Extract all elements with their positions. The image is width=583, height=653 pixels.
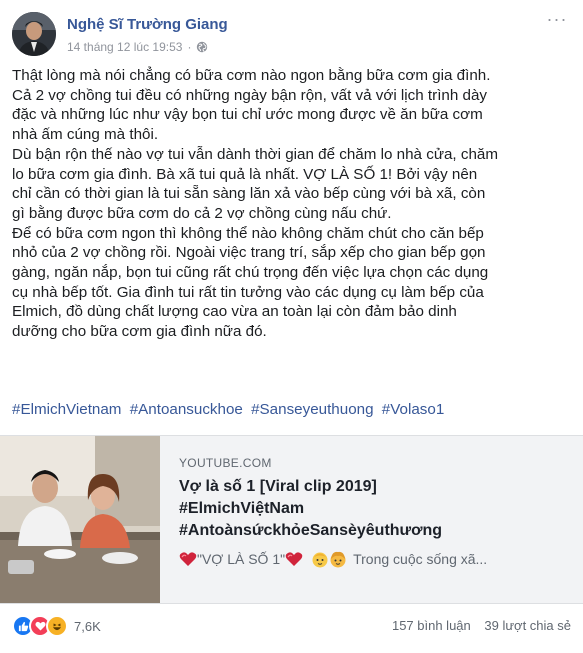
heart-emoji-icon — [285, 552, 303, 566]
post-header: Nghệ Sĩ Trường Giang 14 tháng 12 lúc 19:… — [12, 10, 571, 60]
reaction-count[interactable]: 7,6K — [74, 619, 101, 634]
post-line: Elmich, đồ dùng chất lượng cao vừa an to… — [12, 303, 457, 321]
author-avatar[interactable] — [12, 12, 56, 56]
hashtag-link[interactable]: #Antoansuckhoe — [130, 401, 243, 418]
reaction-summary[interactable]: 7,6K — [12, 615, 101, 637]
shares-count[interactable]: 39 lượt chia sẻ — [484, 618, 571, 633]
post-line: cụ nhà bếp tốt. Gia đình tui rất tin tưở… — [12, 283, 484, 301]
heart-emoji-icon — [179, 552, 197, 566]
haha-reaction-icon — [46, 615, 68, 637]
more-options-icon[interactable]: ··· — [545, 10, 569, 32]
baby-emoji-icon — [312, 552, 328, 568]
post-line: chỉ cần có thời gian là tui sẵn sàng lăn… — [12, 185, 486, 203]
link-title[interactable]: Vợ là số 1 [Viral clip 2019] #ElmichViệt… — [179, 476, 569, 542]
link-description: "VỢ LÀ SỐ 1" Trong cuộc sống xã... — [179, 550, 569, 568]
post-line: nhà ấm cúng mà thôi. — [12, 126, 159, 144]
post-line: gàng, ngăn nắp, bọn tui cũng rất chú trọ… — [12, 264, 489, 282]
link-title-line: Vợ là số 1 [Viral clip 2019] — [179, 478, 377, 495]
post-line: nhỏ của 2 vợ chồng rồi. Ngoài việc trang… — [12, 244, 486, 262]
post-timestamp[interactable]: 14 tháng 12 lúc 19:53 — [67, 40, 182, 54]
post-text: Thật lòng mà nói chẳng có bữa cơm nào ng… — [12, 66, 564, 342]
post-line: Thật lòng mà nói chẳng có bữa cơm nào ng… — [12, 67, 491, 84]
post-stats: 157 bình luận 39 lượt chia sẻ — [382, 618, 571, 633]
hashtag-link[interactable]: #ElmichVietnam — [12, 401, 121, 418]
hashtag-link[interactable]: #Volaso1 — [382, 401, 445, 418]
post-line: Cả 2 vợ chồng tui đều có những ngày bận … — [12, 86, 488, 104]
post-line: đặc và những lúc như vậy bọn tui chỉ ước… — [12, 106, 483, 124]
link-desc-quote: "VỢ LÀ SỐ 1" — [197, 551, 286, 567]
link-info: YOUTUBE.COM Vợ là số 1 [Viral clip 2019]… — [179, 456, 569, 568]
video-thumbnail[interactable] — [0, 436, 160, 603]
link-title-line: #AntoànsứckhỏeSansèyêuthương — [179, 522, 443, 539]
meta-separator: · — [187, 40, 192, 54]
globe-icon[interactable] — [196, 41, 208, 53]
post-line: lo bữa cơm gia đình. Bà xã tui quả là nh… — [12, 165, 478, 183]
post-line: Để có bữa cơm ngon thì không thể nào khô… — [12, 224, 484, 242]
post-meta: 14 tháng 12 lúc 19:53 · — [67, 40, 208, 54]
baby-emoji-icon — [330, 551, 346, 568]
link-desc-tail: Trong cuộc sống xã... — [353, 551, 488, 567]
facebook-post: Nghệ Sĩ Trường Giang 14 tháng 12 lúc 19:… — [0, 0, 583, 653]
author-name[interactable]: Nghệ Sĩ Trường Giang — [67, 16, 228, 33]
post-footer: 7,6K 157 bình luận 39 lượt chia sẻ — [12, 612, 571, 637]
post-line: Dù bận rộn thế nào vợ tui vẫn dành thời … — [12, 145, 499, 163]
post-line: gì bằng được bữa cơm do cả 2 vợ chồng cù… — [12, 204, 392, 222]
post-line: dưỡng cho bữa cơm gia đình nữa đó. — [12, 323, 267, 341]
link-domain: YOUTUBE.COM — [179, 456, 272, 470]
comments-count[interactable]: 157 bình luận — [392, 618, 471, 633]
link-title-line: #ElmichViệtNam — [179, 500, 305, 517]
link-preview[interactable]: YOUTUBE.COM Vợ là số 1 [Viral clip 2019]… — [0, 435, 583, 604]
hashtag-list: #ElmichVietnam #Antoansuckhoe #Sanseyeut… — [12, 401, 448, 418]
hashtag-link[interactable]: #Sanseyeuthuong — [251, 401, 373, 418]
